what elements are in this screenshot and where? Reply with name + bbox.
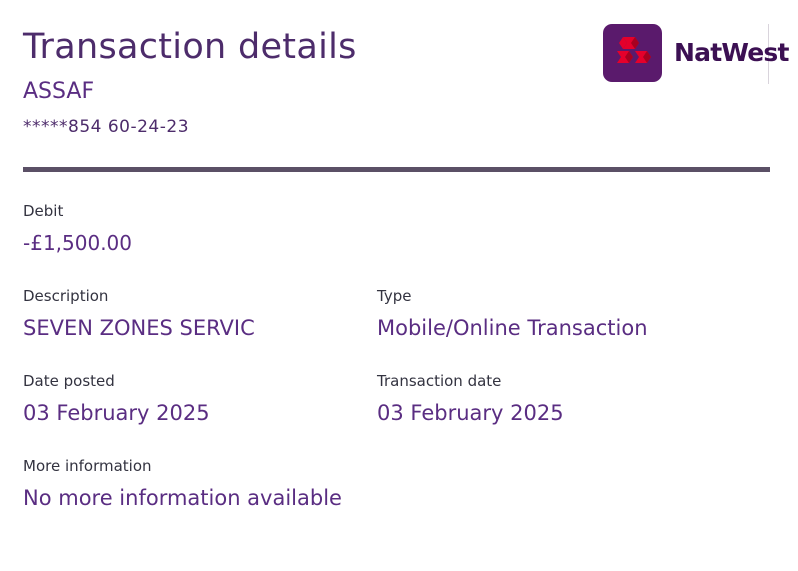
page-title: Transaction details: [23, 27, 357, 67]
account-name: ASSAF: [23, 79, 95, 104]
transaction-date-label: Transaction date: [377, 372, 502, 390]
transaction-date-value: 03 February 2025: [377, 401, 564, 425]
header-divider: [23, 167, 770, 172]
type-label: Type: [377, 287, 412, 305]
debit-label: Debit: [23, 202, 64, 220]
type-value: Mobile/Online Transaction: [377, 316, 648, 340]
description-label: Description: [23, 287, 109, 305]
brand-name: NatWest: [674, 38, 789, 67]
more-info-value: No more information available: [23, 486, 342, 510]
natwest-logo-icon: [603, 24, 662, 82]
date-posted-value: 03 February 2025: [23, 401, 210, 425]
description-value: SEVEN ZONES SERVIC: [23, 316, 255, 340]
more-info-label: More information: [23, 457, 152, 475]
account-number: *****854 60-24-23: [23, 117, 190, 137]
date-posted-label: Date posted: [23, 372, 115, 390]
debit-value: -£1,500.00: [23, 231, 133, 255]
